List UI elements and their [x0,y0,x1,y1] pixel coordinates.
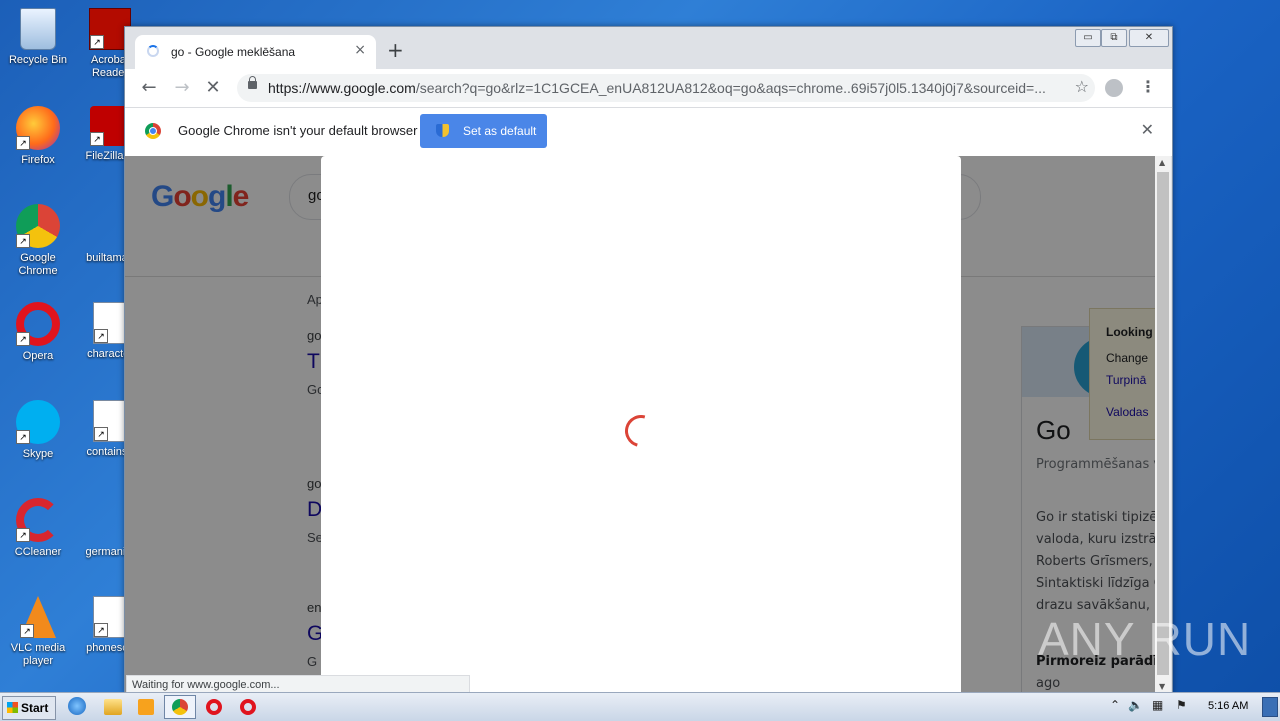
taskbar: Start ⌃ 🔈 ▦ ⚑ 5:16 AM [0,692,1280,721]
tab-google-search[interactable]: go - Google meklēšana × [135,35,376,69]
desktop-icon-label: Opera [22,350,54,362]
minimize-button[interactable]: ▭ [1075,29,1101,47]
tab-strip: go - Google meklēšana × + ▭ ⧉ ✕ [125,27,1172,69]
start-button[interactable]: Start [2,696,56,720]
scroll-down-icon[interactable]: ▼ [1159,682,1165,691]
vlc-cone-icon: ↗ [20,596,56,638]
clock[interactable]: 5:16 AM [1208,700,1248,712]
close-window-button[interactable]: ✕ [1129,29,1169,47]
file-explorer-icon[interactable] [104,699,122,715]
show-desktop-button[interactable] [1262,697,1278,717]
opera-icon: ↗ [16,302,60,346]
desktop-icon-label: Google Chrome [18,252,58,277]
lock-icon [248,76,257,89]
forward-arrow-icon[interactable]: → [171,77,193,98]
network-icon[interactable]: ▦ [1152,698,1163,712]
chrome-window: go - Google meklēšana × + ▭ ⧉ ✕ ← → ✕ ht… [124,26,1173,694]
profile-avatar-icon[interactable] [1105,79,1123,97]
volume-icon[interactable]: 🔈 [1128,698,1143,712]
loading-spinner-icon [147,45,159,57]
loading-dialog [321,156,961,693]
firefox-icon: ↗ [16,106,60,150]
tab-close-icon[interactable]: × [354,42,366,58]
shortcut-arrow-icon: ↗ [20,624,34,638]
desktop-icon-opera[interactable]: ↗ Opera [0,302,76,363]
word-document-icon: ↗ [93,302,127,344]
address-bar[interactable]: https://www.google.com/search?q=go&rlz=1… [237,74,1095,102]
recycle-bin-icon [20,8,56,50]
desktop-icon-skype[interactable]: ↗ Skype [0,400,76,461]
status-bubble: Waiting for www.google.com... [126,675,470,693]
infobar-message: Google Chrome isn't your default browser [178,123,418,138]
opera-icon[interactable] [240,699,256,715]
skype-icon: ↗ [16,400,60,444]
desktop-icon-ccleaner[interactable]: ↗ CCleaner [0,498,76,559]
chrome-logo-icon [145,123,161,139]
scrollbar-thumb[interactable] [1157,172,1169,675]
shortcut-arrow-icon: ↗ [94,329,108,343]
set-as-default-label: Set as default [463,124,537,138]
infobar-close-icon[interactable]: ✕ [1141,120,1154,139]
menu-kebab-icon[interactable]: ⋮ [1140,77,1156,96]
media-player-icon[interactable] [138,699,154,715]
desktop-icon-vlc[interactable]: ↗ VLC media player [0,596,76,668]
stop-loading-icon[interactable]: ✕ [202,77,224,98]
new-tab-button[interactable]: + [387,38,404,62]
tab-title: go - Google meklēšana [171,45,296,59]
action-center-flag-icon[interactable]: ⚑ [1176,698,1187,712]
shortcut-arrow-icon: ↗ [16,430,30,444]
ccleaner-icon: ↗ [16,498,60,542]
url-text: https://www.google.com/search?q=go&rlz=1… [268,80,1058,96]
chrome-icon: ↗ [16,204,60,248]
desktop-icon-firefox[interactable]: ↗ Firefox [0,106,76,167]
opera-icon[interactable] [206,699,222,715]
taskbar-chrome-button[interactable] [164,695,196,719]
shortcut-arrow-icon: ↗ [90,35,104,49]
shortcut-arrow-icon: ↗ [94,623,108,637]
desktop-icon-label: CCleaner [14,546,62,558]
shortcut-arrow-icon: ↗ [90,132,104,146]
desktop-icon-label: VLC media player [10,642,66,667]
scroll-up-icon[interactable]: ▲ [1159,158,1165,167]
url-path: /search?q=go&rlz=1C1GCEA_enUA812UA812&oq… [415,80,1046,96]
uac-shield-icon [436,124,449,137]
url-host: https://www.google.com [268,80,416,96]
browser-toolbar: ← → ✕ https://www.google.com/search?q=go… [125,69,1172,107]
desktop-icon-label: Skype [22,448,54,460]
maximize-button[interactable]: ⧉ [1101,29,1127,47]
bookmark-star-icon[interactable]: ☆ [1075,77,1089,96]
default-browser-infobar: Google Chrome isn't your default browser… [125,107,1172,157]
shortcut-arrow-icon: ↗ [16,136,30,150]
desktop-icon-recycle-bin[interactable]: Recycle Bin [0,8,76,67]
show-hidden-icons-icon[interactable]: ⌃ [1110,698,1120,712]
start-label: Start [21,701,49,715]
desktop-icon-label: Firefox [21,154,55,166]
chrome-icon [172,699,188,715]
windows-logo-icon [7,702,18,713]
internet-explorer-icon[interactable] [68,697,86,715]
shortcut-arrow-icon: ↗ [16,332,30,346]
word-document-icon: ↗ [93,400,127,442]
shortcut-arrow-icon: ↗ [94,427,108,441]
shortcut-arrow-icon: ↗ [16,528,30,542]
page-content: Google go Ap go T Go go D Se en G G Go P… [125,156,1155,693]
set-as-default-button[interactable]: Set as default [420,114,547,148]
desktop-icon-label: Recycle Bin [8,54,68,66]
word-document-icon: ↗ [93,596,127,638]
loading-spinner-icon [619,409,663,453]
anyrun-watermark: ANY RUN [1038,613,1252,665]
shortcut-arrow-icon: ↗ [16,234,30,248]
desktop-icon-google-chrome[interactable]: ↗ Google Chrome [0,204,76,278]
back-arrow-icon[interactable]: ← [138,77,160,98]
